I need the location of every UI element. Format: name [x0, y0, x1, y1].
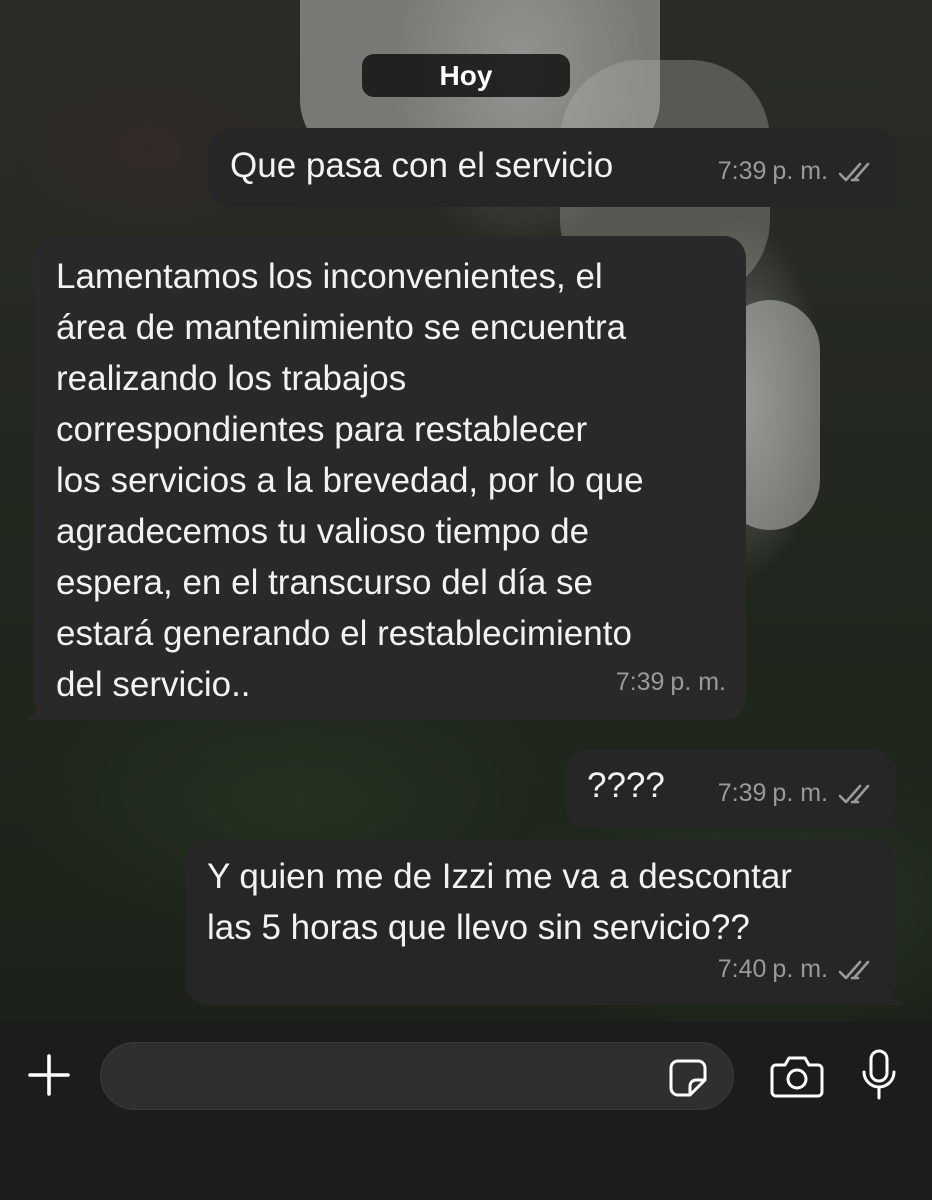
message-bubble-outgoing[interactable]: Y quien me de Izzi me va a descontar las … — [185, 840, 896, 1005]
message-meta: 7:40 p. m. — [718, 944, 876, 995]
camera-icon[interactable] — [770, 1054, 824, 1098]
message-ampm: p. m. — [670, 668, 726, 696]
message-meta: 7:39 p. m. — [718, 768, 876, 819]
message-time: 7:39 — [717, 157, 767, 185]
message-ampm: p. m. — [772, 779, 828, 807]
plus-icon[interactable] — [26, 1052, 72, 1098]
message-text: Y quien me de Izzi me va a descontar las … — [207, 857, 792, 947]
double-check-read-icon — [838, 784, 870, 803]
message-input[interactable] — [123, 1043, 667, 1111]
double-check-read-icon — [838, 162, 870, 181]
message-meta: 7:39 p. m. — [616, 657, 726, 708]
date-divider: Hoy — [362, 54, 570, 97]
message-time: 7:40 — [717, 955, 767, 983]
message-meta: 7:39 p. m. — [718, 146, 876, 197]
double-check-read-icon — [838, 960, 870, 979]
message-time: 7:39 — [615, 668, 665, 696]
microphone-icon[interactable] — [860, 1048, 898, 1102]
message-text: ???? — [587, 766, 665, 805]
message-bubble-outgoing[interactable]: ???? 7:39 p. m. — [565, 750, 896, 829]
message-ampm: p. m. — [772, 157, 828, 185]
message-text: Que pasa con el servicio — [230, 146, 614, 185]
message-bubble-outgoing[interactable]: Que pasa con el servicio 7:39 p. m. — [208, 128, 896, 207]
sticker-icon[interactable] — [668, 1058, 708, 1098]
message-bubble-incoming[interactable]: Lamentamos los inconvenientes, el área de… — [34, 236, 746, 720]
message-text: Lamentamos los inconvenientes, el área de… — [56, 257, 644, 704]
message-time: 7:39 — [717, 779, 767, 807]
message-ampm: p. m. — [772, 955, 828, 983]
message-input-field[interactable] — [100, 1042, 734, 1111]
